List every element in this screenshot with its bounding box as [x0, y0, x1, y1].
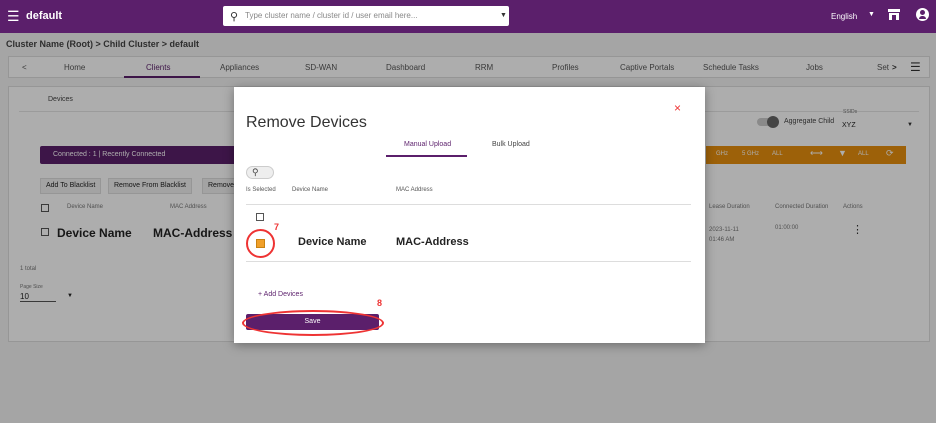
- close-icon[interactable]: ×: [674, 101, 681, 115]
- row-device-name: Device Name: [298, 236, 367, 248]
- column-is-selected: Is Selected: [246, 187, 276, 193]
- language-select[interactable]: English: [831, 12, 857, 21]
- chevron-down-icon[interactable]: ▼: [500, 6, 507, 26]
- highlight-circle-checkbox: [246, 229, 275, 258]
- remove-devices-dialog: Remove Devices × Manual Upload Bulk Uplo…: [234, 87, 705, 343]
- active-tab-underline: [386, 155, 467, 157]
- search-icon: ⚲: [252, 167, 259, 177]
- search-toggle[interactable]: ⚲: [246, 166, 274, 179]
- tab-bulk-upload[interactable]: Bulk Upload: [492, 141, 530, 148]
- search-bar[interactable]: ⚲ Type cluster name / cluster id / user …: [223, 6, 509, 26]
- highlight-circle-save: [242, 310, 384, 336]
- column-device-name: Device Name: [292, 187, 329, 193]
- menu-icon[interactable]: ☰: [7, 9, 20, 23]
- row-mac-address: MAC-Address: [396, 236, 469, 248]
- search-placeholder: Type cluster name / cluster id / user em…: [245, 11, 418, 20]
- store-icon[interactable]: [888, 9, 900, 20]
- column-mac-address: MAC Address: [396, 187, 433, 193]
- step-7-label: 7: [274, 222, 280, 232]
- top-bar: ☰ default ⚲ Type cluster name / cluster …: [0, 0, 936, 33]
- select-all-checkbox[interactable]: [256, 213, 264, 221]
- user-avatar-icon[interactable]: [916, 8, 929, 21]
- app-root: ☰ default ⚲ Type cluster name / cluster …: [0, 0, 936, 423]
- step-8-label: 8: [377, 298, 383, 308]
- divider: [246, 204, 691, 205]
- add-devices-link[interactable]: + Add Devices: [258, 291, 303, 298]
- dialog-title: Remove Devices: [246, 114, 367, 131]
- chevron-down-icon[interactable]: ▼: [868, 11, 875, 18]
- divider: [246, 261, 691, 262]
- tab-manual-upload[interactable]: Manual Upload: [404, 141, 451, 148]
- search-icon: ⚲: [230, 11, 239, 23]
- page-title: default: [26, 10, 63, 22]
